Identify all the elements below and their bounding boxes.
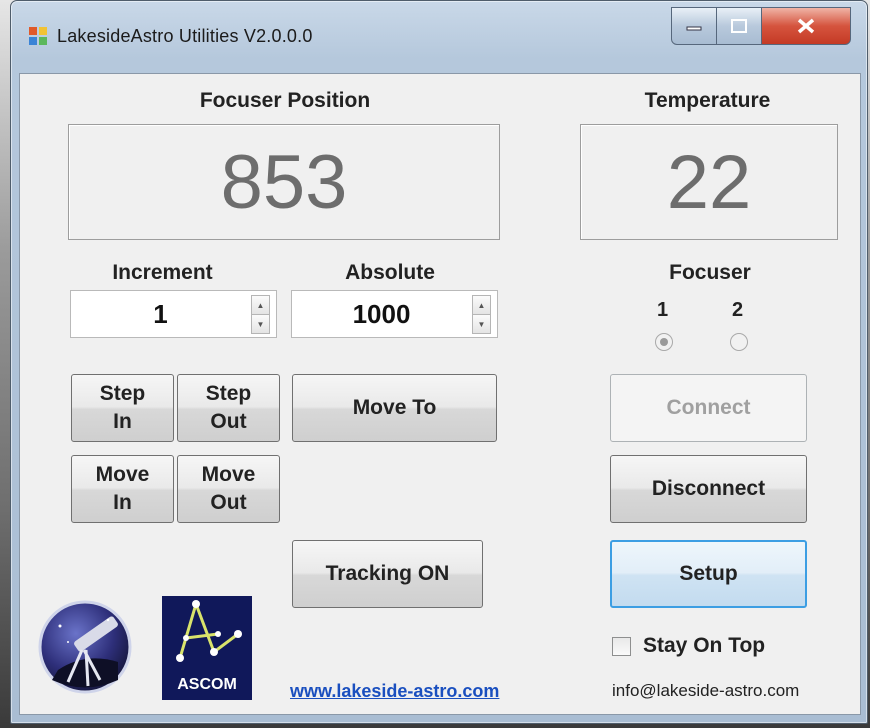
client-area: Focuser Position 853 Temperature 22 Incr… (19, 73, 861, 715)
email-text: info@lakeside-astro.com (612, 681, 800, 700)
move-in-label: Move In (95, 463, 150, 514)
focuser-1-label: 1 (657, 299, 669, 321)
focuser-1-radio[interactable] (655, 333, 673, 351)
telescope-logo (38, 600, 132, 694)
position-label: Focuser Position (199, 89, 371, 112)
tracking-button[interactable]: Tracking ON (292, 540, 483, 608)
website-link[interactable]: www.lakeside-astro.com (290, 681, 499, 702)
position-display: 853 (68, 124, 500, 240)
absolute-up-arrow[interactable]: ▲ (472, 295, 491, 315)
stay-on-top-label: Stay On Top (643, 634, 766, 657)
increment-down-arrow[interactable]: ▼ (251, 314, 270, 334)
title-bar[interactable]: LakesideAstro Utilities V2.0.0.0 (11, 1, 867, 73)
step-in-label: Step In (99, 382, 146, 433)
increment-input[interactable] (71, 291, 250, 337)
minimize-button[interactable] (671, 7, 717, 45)
move-to-button[interactable]: Move To (292, 374, 497, 442)
close-icon (797, 18, 815, 34)
step-in-button[interactable]: Step In (71, 374, 174, 442)
move-in-button[interactable]: Move In (71, 455, 174, 523)
increment-label: Increment (112, 261, 213, 284)
move-out-label: Move Out (201, 463, 256, 514)
stay-on-top-checkbox[interactable] (612, 637, 631, 656)
window-title: LakesideAstro Utilities V2.0.0.0 (57, 26, 313, 46)
focuser-label: Focuser (669, 261, 751, 284)
connect-button[interactable]: Connect (610, 374, 807, 442)
close-button[interactable] (761, 7, 851, 45)
maximize-icon (731, 19, 747, 33)
absolute-input[interactable] (292, 291, 471, 337)
focuser-2-radio[interactable] (730, 333, 748, 351)
increment-spinner: ▲ ▼ (70, 290, 277, 338)
ascom-logo: ASCOM (162, 596, 252, 700)
setup-button[interactable]: Setup (610, 540, 807, 608)
ascom-constellation-icon (176, 600, 242, 662)
minimize-icon (686, 26, 702, 31)
absolute-label: Absolute (345, 261, 435, 284)
absolute-spinner: ▲ ▼ (291, 290, 498, 338)
disconnect-button[interactable]: Disconnect (610, 455, 807, 523)
temperature-label: Temperature (644, 89, 771, 112)
step-out-button[interactable]: Step Out (177, 374, 280, 442)
app-icon (29, 27, 47, 45)
temperature-display: 22 (580, 124, 838, 240)
app-window: LakesideAstro Utilities V2.0.0.0 Focuser… (10, 0, 868, 724)
move-out-button[interactable]: Move Out (177, 455, 280, 523)
maximize-button[interactable] (716, 7, 762, 45)
ascom-logo-text: ASCOM (177, 676, 237, 693)
focuser-2-label: 2 (732, 299, 744, 321)
absolute-down-arrow[interactable]: ▼ (472, 314, 491, 334)
step-out-label: Step Out (205, 382, 252, 433)
increment-up-arrow[interactable]: ▲ (251, 295, 270, 315)
